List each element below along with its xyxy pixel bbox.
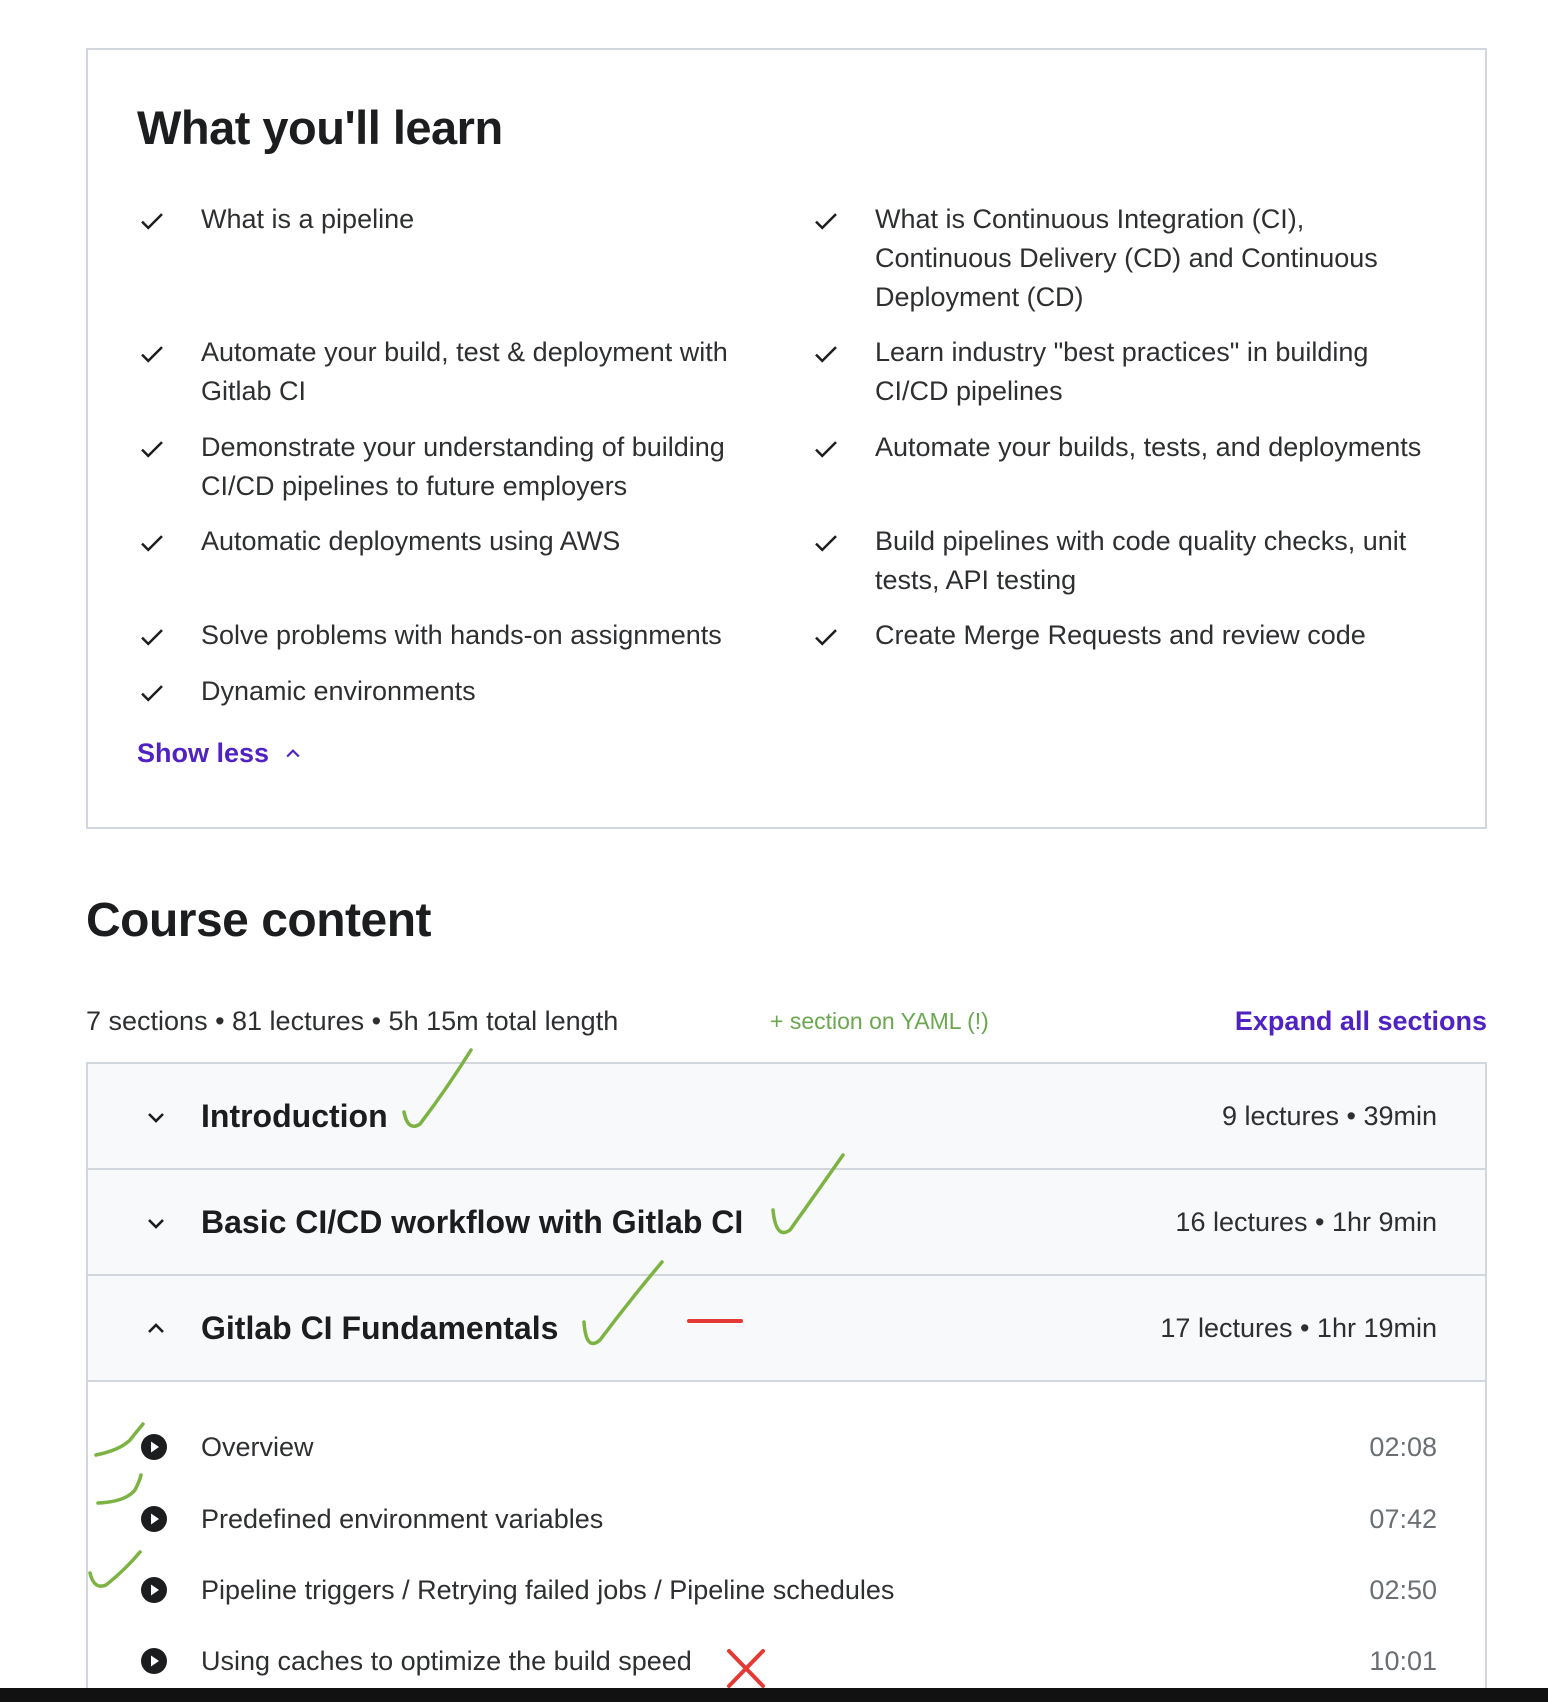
chevron-down-icon [148, 1219, 164, 1229]
check-icon [141, 535, 163, 552]
course-summary: 7 sections • 81 lectures • 5h 15m total … [86, 1006, 619, 1036]
course-content-title: Course content [86, 894, 432, 947]
learn-item: Solve problems with hands-on assignments [137, 616, 781, 655]
lecture-title: Pipeline triggers / Retrying failed jobs… [201, 1574, 895, 1605]
lecture-duration: 02:08 [1369, 1431, 1437, 1462]
play-icon [141, 1434, 167, 1460]
lecture-title: Overview [201, 1431, 314, 1462]
check-icon [815, 213, 837, 230]
play-icon [141, 1506, 167, 1532]
learn-item: Dynamic environments [137, 672, 781, 711]
show-less-button[interactable]: Show less [137, 738, 303, 769]
chevron-up-icon [148, 1323, 164, 1333]
chevron-up-icon [286, 748, 300, 757]
lecture-title: Predefined environment variables [201, 1503, 604, 1534]
chevron-down-icon [148, 1113, 164, 1123]
learn-item: Demonstrate your understanding of buildi… [137, 428, 781, 506]
section-meta: 16 lectures • 1hr 9min [1175, 1206, 1437, 1237]
check-icon [141, 685, 163, 702]
section-header-basic-workflow[interactable]: Basic CI/CD workflow with Gitlab CI 16 l… [88, 1170, 1485, 1276]
course-sections-list: Introduction 9 lectures • 39min Basic CI… [86, 1062, 1487, 1702]
section-title: Basic CI/CD workflow with Gitlab CI [201, 1203, 744, 1240]
learn-item: Create Merge Requests and review code [811, 616, 1435, 655]
bottom-edge-bar [0, 1688, 1548, 1702]
check-icon [141, 441, 163, 458]
check-icon [815, 535, 837, 552]
check-icon [141, 213, 163, 230]
show-less-label: Show less [137, 738, 270, 768]
section-meta: 17 lectures • 1hr 19min [1160, 1312, 1437, 1343]
learn-item-text: Automate your build, test & deployment w… [201, 337, 728, 406]
lecture-title: Using caches to optimize the build speed [201, 1645, 692, 1676]
learn-item-text: Demonstrate your understanding of buildi… [201, 432, 725, 501]
learn-title: What you'll learn [137, 101, 503, 154]
section-meta: 9 lectures • 39min [1221, 1100, 1437, 1131]
learn-item-text: Create Merge Requests and review code [875, 620, 1366, 650]
learn-item: Automate your builds, tests, and deploym… [811, 428, 1435, 467]
learn-item: Build pipelines with code quality checks… [811, 522, 1435, 600]
check-icon [815, 441, 837, 458]
lecture-item[interactable]: Using caches to optimize the build speed… [88, 1633, 1485, 1689]
section-header-introduction[interactable]: Introduction 9 lectures • 39min [88, 1064, 1485, 1170]
lecture-item[interactable]: Overview 02:08 [88, 1419, 1485, 1475]
learn-item-text: Build pipelines with code quality checks… [875, 526, 1407, 595]
learn-item: What is a pipeline [137, 200, 781, 239]
lecture-item[interactable]: Pipeline triggers / Retrying failed jobs… [88, 1562, 1485, 1618]
learn-item-text: Dynamic environments [201, 676, 476, 706]
lecture-duration: 07:42 [1369, 1503, 1437, 1534]
play-icon [141, 1577, 167, 1603]
learn-item-text: Learn industry "best practices" in build… [875, 337, 1369, 406]
learn-item-text: Automatic deployments using AWS [201, 526, 621, 556]
handwritten-annotation: + section on YAML (!) [770, 1008, 989, 1034]
section-header-fundamentals[interactable]: Gitlab CI Fundamentals 17 lectures • 1hr… [88, 1276, 1485, 1382]
learn-item-text: Solve problems with hands-on assignments [201, 620, 722, 650]
lecture-item[interactable]: Predefined environment variables 07:42 [88, 1491, 1485, 1547]
expand-all-sections-button[interactable]: Expand all sections [1235, 1006, 1487, 1037]
lecture-duration: 02:50 [1369, 1574, 1437, 1605]
check-icon [141, 629, 163, 646]
learn-item-text: Automate your builds, tests, and deploym… [875, 432, 1422, 462]
section-title: Introduction [201, 1097, 388, 1134]
lecture-duration: 10:01 [1369, 1645, 1437, 1676]
what-youll-learn-panel: What you'll learn What is a pipeline Aut… [86, 48, 1487, 829]
learn-item: Automatic deployments using AWS [137, 522, 781, 561]
check-icon [141, 346, 163, 363]
play-icon [141, 1648, 167, 1674]
learn-item-text: What is Continuous Integration (CI), Con… [875, 204, 1378, 312]
section-title: Gitlab CI Fundamentals [201, 1309, 559, 1346]
learn-item-text: What is a pipeline [201, 204, 415, 234]
check-icon [815, 629, 837, 646]
learn-item: Learn industry "best practices" in build… [811, 333, 1435, 411]
learn-item: Automate your build, test & deployment w… [137, 333, 781, 411]
learn-item: What is Continuous Integration (CI), Con… [811, 200, 1435, 317]
check-icon [815, 346, 837, 363]
